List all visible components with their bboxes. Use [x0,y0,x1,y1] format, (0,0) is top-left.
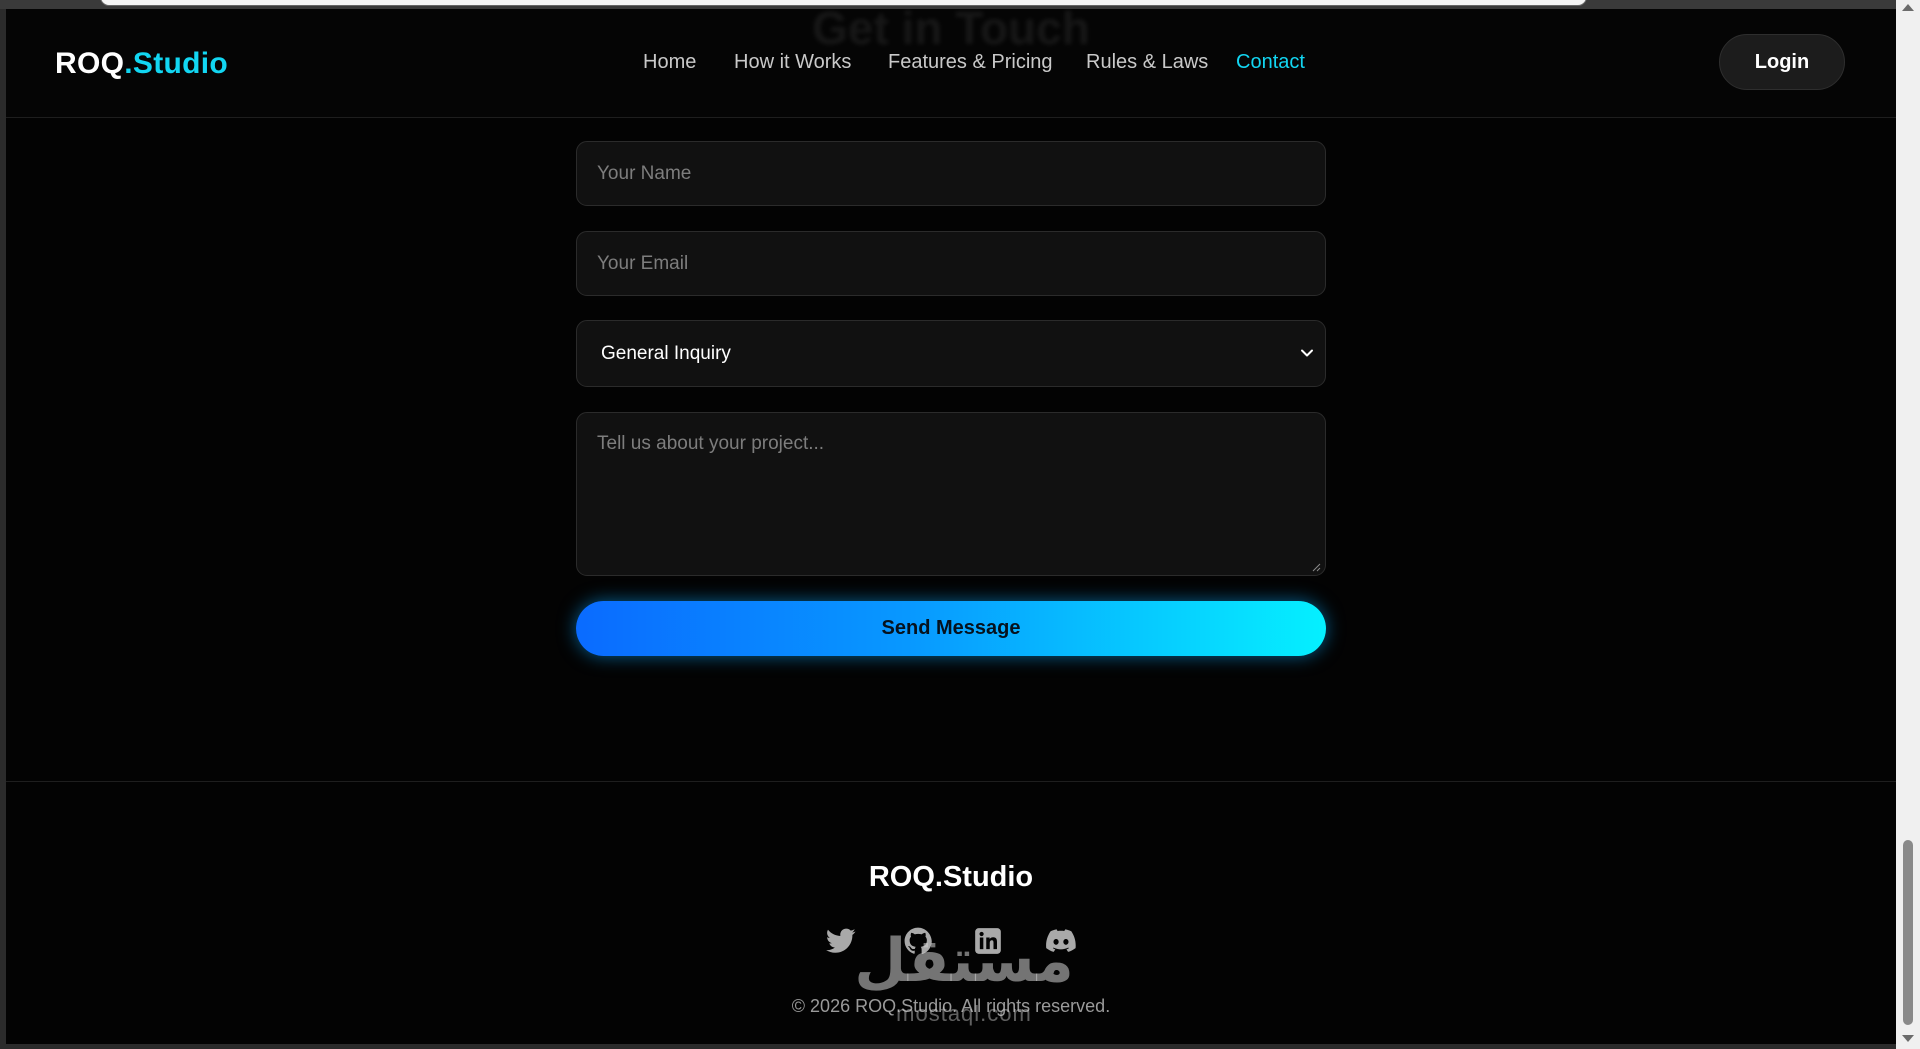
site-header: Get in Touch ROQ.Studio Home How it Work… [6,9,1896,118]
address-bar[interactable] [100,0,1587,6]
main-nav: Home How it Works Features & Pricing Rul… [6,9,1896,117]
login-button[interactable]: Login [1719,34,1845,90]
discord-icon [1046,929,1076,952]
subject-select[interactable]: General Inquiry [576,320,1326,387]
discord-link[interactable] [1046,926,1076,956]
resize-grip-icon[interactable] [1311,562,1321,572]
subject-select-value: General Inquiry [601,342,731,364]
send-message-button[interactable]: Send Message [576,601,1326,656]
footer-divider [6,781,1896,782]
browser-top-strip [0,0,1920,9]
name-input[interactable]: Your Name [576,141,1326,206]
scroll-thumb[interactable] [1903,840,1913,1025]
github-icon [904,927,932,954]
message-textarea-placeholder: Tell us about your project... [597,433,825,454]
github-link[interactable] [903,926,933,956]
nav-features-pricing[interactable]: Features & Pricing [888,51,1053,74]
linkedin-icon [975,928,1001,954]
nav-rules-laws[interactable]: Rules & Laws [1086,51,1208,74]
nav-contact[interactable]: Contact [1236,51,1305,74]
email-input-placeholder: Your Email [597,252,689,274]
nav-how-it-works[interactable]: How it Works [734,51,851,74]
scroll-up-arrow-icon[interactable] [1902,4,1914,11]
footer-logo[interactable]: ROQ.Studio [6,861,1896,894]
twitter-link[interactable] [826,926,856,956]
browser-window: Get in Touch ROQ.Studio Home How it Work… [0,0,1920,1049]
linkedin-link[interactable] [973,926,1003,956]
copyright-text: © 2026 ROQ.Studio. All rights reserved. [791,996,1111,1016]
page-viewport: Get in Touch ROQ.Studio Home How it Work… [6,9,1896,1044]
page-scrollbar[interactable] [1896,0,1920,1049]
window-bottom-edge [0,1044,1896,1049]
twitter-icon [826,928,856,953]
chevron-down-icon [1301,349,1313,357]
name-input-placeholder: Your Name [597,162,692,184]
message-textarea[interactable]: Tell us about your project... [576,412,1326,576]
scroll-down-arrow-icon[interactable] [1902,1035,1914,1042]
email-input[interactable]: Your Email [576,231,1326,296]
nav-home[interactable]: Home [643,51,696,74]
